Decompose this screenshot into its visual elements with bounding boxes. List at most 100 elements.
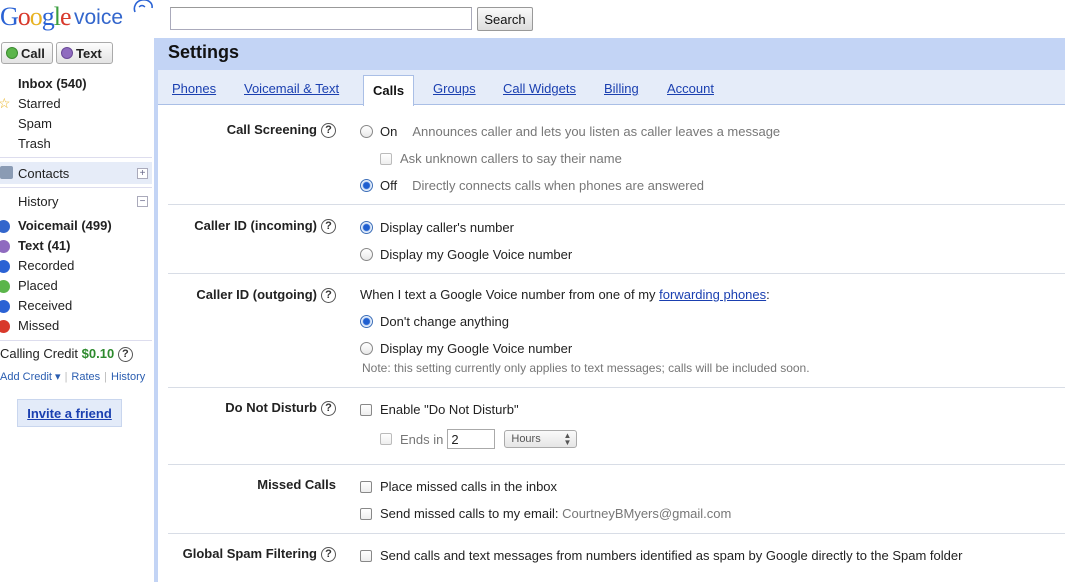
display-caller-number-option[interactable]: Display caller's number <box>360 220 514 235</box>
call-screening-on-option[interactable]: On Announces caller and lets you listen … <box>360 124 780 139</box>
option-label: Display my Google Voice number <box>380 341 573 356</box>
dont-change-option[interactable]: Don't change anything <box>360 314 509 329</box>
sidebar-item-contacts[interactable]: Contacts + <box>0 162 152 184</box>
text-button[interactable]: Text <box>56 42 113 64</box>
ends-in-input[interactable] <box>447 429 496 449</box>
divider <box>168 533 1065 534</box>
sidebar-item-label: History <box>18 194 59 209</box>
caller-id-outgoing-intro: When I text a Google Voice number from o… <box>360 287 770 302</box>
missed-icon <box>0 320 10 333</box>
sidebar-item-spam[interactable]: Spam <box>0 114 150 134</box>
sidebar-item-trash[interactable]: Trash <box>0 134 150 154</box>
display-caller-number-radio[interactable] <box>360 221 373 234</box>
sidebar-item-label: Inbox (540) <box>18 76 87 91</box>
calling-credit-label: Calling Credit <box>0 346 79 361</box>
settings-header: Settings <box>158 38 1065 70</box>
ends-in-label: Ends in <box>400 431 444 447</box>
tab-account[interactable]: Account <box>667 81 714 96</box>
row-label-text: Do Not Disturb <box>225 400 317 415</box>
missed-calls-inbox-option[interactable]: Place missed calls in the inbox <box>360 479 557 494</box>
add-credit-link[interactable]: Add Credit ▾ <box>0 371 61 383</box>
help-icon[interactable]: ? <box>321 288 336 304</box>
call-screening-off-radio[interactable] <box>360 179 373 192</box>
divider <box>168 387 1065 388</box>
sidebar-item-placed[interactable]: Placed <box>0 276 150 296</box>
sidebar-item-inbox[interactable]: Inbox (540) <box>0 74 150 94</box>
missed-calls-inbox-checkbox[interactable] <box>360 480 372 493</box>
tab-call-widgets[interactable]: Call Widgets <box>503 81 576 96</box>
call-button[interactable]: Call <box>1 42 53 64</box>
sidebar-item-recorded[interactable]: Recorded <box>0 256 150 276</box>
call-screening-off-option[interactable]: Off Directly connects calls when phones … <box>360 178 704 193</box>
missed-calls-email-option[interactable]: Send missed calls to my email: CourtneyB… <box>360 506 731 521</box>
placed-icon <box>0 280 10 293</box>
select-arrows-icon: ▲ ▼ <box>563 431 572 447</box>
sidebar-item-text[interactable]: Text (41) <box>0 236 150 256</box>
recorded-icon <box>0 260 10 273</box>
call-screening-on-radio[interactable] <box>360 125 373 138</box>
option-description: Announces caller and lets you listen as … <box>412 124 781 139</box>
option-label: Send missed calls to my email: <box>380 506 559 521</box>
help-icon[interactable]: ? <box>321 401 336 417</box>
expand-contacts-icon[interactable]: + <box>137 168 148 179</box>
option-label: Send calls and text messages from number… <box>380 548 963 563</box>
dont-change-radio[interactable] <box>360 315 373 328</box>
tab-billing[interactable]: Billing <box>604 81 639 96</box>
display-gv-number-outgoing-radio[interactable] <box>360 342 373 355</box>
sidebar-item-received[interactable]: Received <box>0 296 150 316</box>
email-address: CourtneyBMyers@gmail.com <box>562 506 732 521</box>
outgoing-note: Note: this setting currently only applie… <box>362 361 810 375</box>
help-icon[interactable]: ? <box>321 219 336 235</box>
spam-filtering-checkbox[interactable] <box>360 549 372 562</box>
spam-filtering-option[interactable]: Send calls and text messages from number… <box>360 548 962 563</box>
rates-link[interactable]: Rates <box>71 371 100 383</box>
sidebar-item-missed[interactable]: Missed <box>0 316 150 336</box>
tab-groups[interactable]: Groups <box>433 81 476 96</box>
sidebar-item-label: Spam <box>18 116 52 131</box>
ask-unknown-callers-option[interactable]: Ask unknown callers to say their name <box>380 151 622 166</box>
hours-select-value: Hours <box>511 433 541 445</box>
sidebar-item-voicemail[interactable]: Voicemail (499) <box>0 216 150 236</box>
sidebar-item-history[interactable]: History − <box>0 192 152 212</box>
help-icon[interactable]: ? <box>321 547 336 563</box>
dnd-ends-in: Ends in Hours ▲▼ <box>380 429 578 449</box>
sidebar-item-starred[interactable]: ☆ Starred <box>0 94 150 114</box>
display-gv-number-incoming-option[interactable]: Display my Google Voice number <box>360 247 572 262</box>
missed-calls-email-checkbox[interactable] <box>360 507 372 520</box>
history-link[interactable]: History <box>111 371 145 383</box>
global-spam-filtering-label: Global Spam Filtering? <box>182 546 336 563</box>
divider <box>0 157 152 158</box>
google-voice-logo[interactable]: Google voice <box>0 0 160 36</box>
divider <box>0 187 152 188</box>
option-label: Off <box>380 178 398 193</box>
search-input[interactable] <box>170 7 472 30</box>
option-label: Don't change anything <box>380 314 509 329</box>
ask-unknown-checkbox[interactable] <box>380 152 392 165</box>
display-gv-number-outgoing-option[interactable]: Display my Google Voice number <box>360 341 572 356</box>
enable-dnd-checkbox[interactable] <box>360 403 372 416</box>
help-icon[interactable]: ? <box>117 347 133 363</box>
search-button[interactable]: Search <box>477 7 533 31</box>
missed-calls-label: Missed Calls <box>257 477 336 492</box>
collapse-history-icon[interactable]: − <box>137 196 148 207</box>
option-label: On <box>380 124 398 139</box>
tab-voicemail-text[interactable]: Voicemail & Text <box>244 81 339 96</box>
divider <box>0 340 152 341</box>
option-label: Enable "Do Not Disturb" <box>380 402 519 417</box>
sidebar-item-label: Recorded <box>18 258 75 273</box>
row-label-text: Caller ID (outgoing) <box>196 287 317 302</box>
row-label-text: Global Spam Filtering <box>182 546 317 561</box>
forwarding-phones-link[interactable]: forwarding phones <box>659 287 766 302</box>
invite-friend-button[interactable]: Invite a friend <box>17 399 122 427</box>
display-gv-number-incoming-radio[interactable] <box>360 248 373 261</box>
hours-select[interactable]: Hours ▲ ▼ <box>504 430 578 448</box>
help-icon[interactable]: ? <box>321 123 336 139</box>
sidebar-item-label: Voicemail (499) <box>18 218 112 233</box>
do-not-disturb-label: Do Not Disturb? <box>225 400 336 417</box>
option-label: Display my Google Voice number <box>380 247 573 262</box>
enable-dnd-option[interactable]: Enable "Do Not Disturb" <box>360 402 519 417</box>
ends-in-checkbox[interactable] <box>380 433 392 445</box>
tab-phones[interactable]: Phones <box>172 81 216 96</box>
tab-calls[interactable]: Calls <box>363 75 415 106</box>
content-border <box>154 38 158 582</box>
